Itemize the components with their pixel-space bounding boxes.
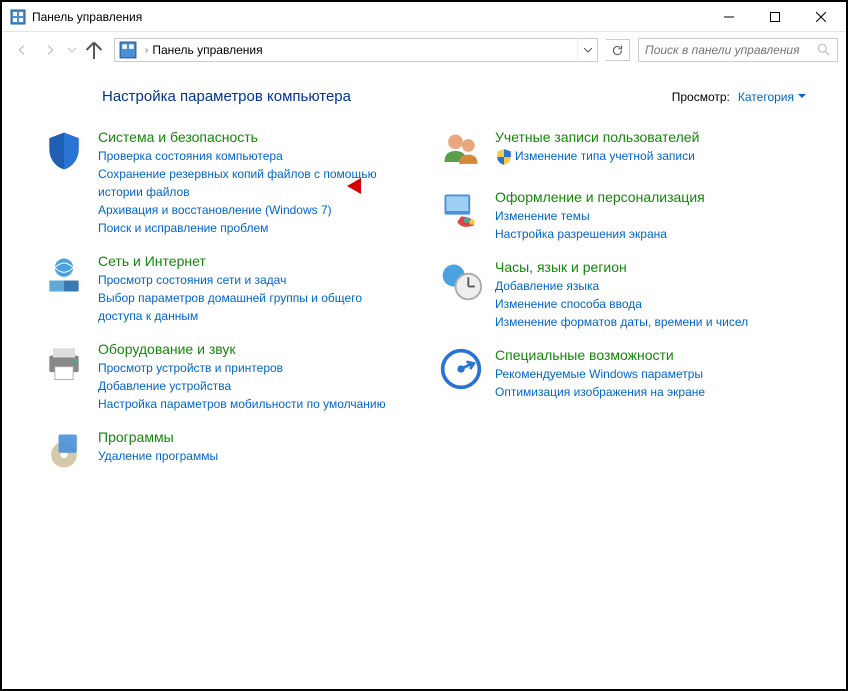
page-title: Настройка параметров компьютера xyxy=(102,88,351,105)
navbar: › Панель управления xyxy=(2,32,846,68)
category-hardware-sound: Оборудование и звук Просмотр устройств и… xyxy=(42,341,409,413)
clock-icon xyxy=(439,259,483,303)
category-link[interactable]: Изменение типа учетной записи xyxy=(495,147,806,166)
left-column: Система и безопасность Проверка состояни… xyxy=(42,129,409,489)
address-dropdown[interactable] xyxy=(577,39,597,61)
category-link[interactable]: Рекомендуемые Windows параметры xyxy=(495,365,806,383)
refresh-button[interactable] xyxy=(606,39,630,61)
category-title[interactable]: Специальные возможности xyxy=(495,347,806,363)
search-icon xyxy=(817,43,831,57)
appearance-icon xyxy=(439,189,483,233)
category-network-internet: Сеть и Интернет Просмотр состояния сети … xyxy=(42,253,409,325)
category-ease-of-access: Специальные возможности Рекомендуемые Wi… xyxy=(439,347,806,401)
maximize-button[interactable] xyxy=(752,2,798,32)
category-link[interactable]: Просмотр устройств и принтеров xyxy=(98,359,409,377)
programs-icon xyxy=(42,429,86,473)
category-link[interactable]: Изменение темы xyxy=(495,207,806,225)
ease-of-access-icon xyxy=(439,347,483,391)
category-system-security: Система и безопасность Проверка состояни… xyxy=(42,129,409,237)
window-title: Панель управления xyxy=(32,10,706,24)
breadcrumb-separator: › xyxy=(145,45,148,56)
right-column: Учетные записи пользователей Изменение т… xyxy=(439,129,806,489)
close-button[interactable] xyxy=(798,2,844,32)
category-title[interactable]: Оборудование и звук xyxy=(98,341,409,357)
category-link[interactable]: Добавление языка xyxy=(495,277,806,295)
category-link[interactable]: Сохранение резервных копий файлов с помо… xyxy=(98,165,409,201)
category-title[interactable]: Оформление и персонализация xyxy=(495,189,806,205)
category-link[interactable]: Оптимизация изображения на экране xyxy=(495,383,806,401)
category-link[interactable]: Настройка разрешения экрана xyxy=(495,225,806,243)
content-area: Настройка параметров компьютера Просмотр… xyxy=(2,68,846,509)
control-panel-icon xyxy=(10,9,26,25)
category-link[interactable]: Просмотр состояния сети и задач xyxy=(98,271,409,289)
category-title[interactable]: Учетные записи пользователей xyxy=(495,129,806,145)
category-programs: Программы Удаление программы xyxy=(42,429,409,473)
shield-icon xyxy=(42,129,86,173)
category-link[interactable]: Поиск и исправление проблем xyxy=(98,219,409,237)
category-link[interactable]: Изменение способа ввода xyxy=(495,295,806,313)
network-icon xyxy=(42,253,86,297)
category-clock-language-region: Часы, язык и регион Добавление языка Изм… xyxy=(439,259,806,331)
forward-button[interactable] xyxy=(38,38,62,62)
breadcrumb[interactable]: Панель управления xyxy=(152,43,577,57)
control-panel-icon xyxy=(119,41,137,59)
minimize-button[interactable] xyxy=(706,2,752,32)
category-link[interactable]: Выбор параметров домашней группы и общег… xyxy=(98,289,409,325)
search-input[interactable] xyxy=(645,43,817,57)
category-link[interactable]: Изменение форматов даты, времени и чисел xyxy=(495,313,806,331)
category-link[interactable]: Добавление устройства xyxy=(98,377,409,395)
back-button[interactable] xyxy=(10,38,34,62)
up-button[interactable] xyxy=(82,38,106,62)
address-bar[interactable]: › Панель управления xyxy=(114,38,598,62)
category-link[interactable]: Проверка состояния компьютера xyxy=(98,147,409,165)
category-title[interactable]: Часы, язык и регион xyxy=(495,259,806,275)
category-link[interactable]: Архивация и восстановление (Windows 7) xyxy=(98,201,409,219)
category-user-accounts: Учетные записи пользователей Изменение т… xyxy=(439,129,806,173)
category-title[interactable]: Система и безопасность xyxy=(98,129,409,145)
users-icon xyxy=(439,129,483,173)
category-title[interactable]: Программы xyxy=(98,429,409,445)
category-appearance: Оформление и персонализация Изменение те… xyxy=(439,189,806,243)
printer-icon xyxy=(42,341,86,385)
titlebar: Панель управления xyxy=(2,2,846,32)
category-title[interactable]: Сеть и Интернет xyxy=(98,253,409,269)
recent-locations-button[interactable] xyxy=(66,48,78,53)
category-link[interactable]: Удаление программы xyxy=(98,447,409,465)
category-link[interactable]: Настройка параметров мобильности по умол… xyxy=(98,395,409,413)
uac-shield-icon xyxy=(495,148,513,166)
search-box[interactable] xyxy=(638,38,838,62)
view-label: Просмотр: xyxy=(672,90,730,104)
view-dropdown[interactable]: Категория xyxy=(738,90,806,104)
